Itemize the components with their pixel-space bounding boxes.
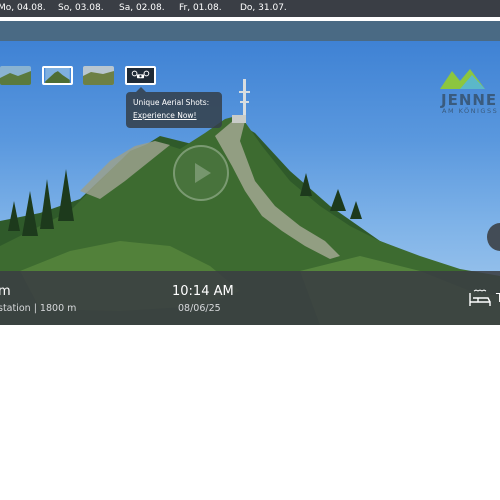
aerial-tooltip: Unique Aerial Shots: Experience Now! bbox=[126, 87, 222, 128]
date-tab-do[interactable]: Do, 31.07. bbox=[240, 3, 287, 13]
drone-icon bbox=[128, 68, 153, 83]
capture-date: 08/06/25 bbox=[178, 303, 221, 314]
accommodation-label: T bbox=[496, 291, 500, 305]
date-tab-mo[interactable]: Mo, 04.08. bbox=[0, 3, 46, 13]
play-icon bbox=[195, 163, 211, 183]
location-name: m bbox=[0, 284, 11, 299]
date-tab-so[interactable]: So, 03.08. bbox=[58, 3, 104, 13]
drone-thumbnail[interactable] bbox=[125, 66, 156, 85]
tooltip-heading: Unique Aerial Shots: bbox=[133, 98, 210, 107]
top-strip bbox=[0, 21, 500, 41]
thumbnail-1[interactable] bbox=[0, 66, 31, 85]
info-bar: m station | 1800 m 10:14 AM 08/06/25 T bbox=[0, 271, 500, 325]
station-altitude: station | 1800 m bbox=[0, 303, 77, 314]
bed-icon[interactable] bbox=[468, 289, 492, 309]
brand-subtitle: AM KÖNIGSS bbox=[442, 107, 499, 115]
date-tab-fr[interactable]: Fr, 01.08. bbox=[179, 3, 222, 13]
date-tab-sa[interactable]: Sa, 02.08. bbox=[119, 3, 165, 13]
thumbnail-2[interactable] bbox=[42, 66, 73, 85]
experience-now-link[interactable]: Experience Now! bbox=[133, 109, 215, 122]
capture-time: 10:14 AM bbox=[172, 284, 234, 299]
date-bar: Mo, 04.08. So, 03.08. Sa, 02.08. Fr, 01.… bbox=[0, 0, 500, 17]
thumbnail-3[interactable] bbox=[83, 66, 114, 85]
play-button[interactable] bbox=[173, 145, 229, 201]
